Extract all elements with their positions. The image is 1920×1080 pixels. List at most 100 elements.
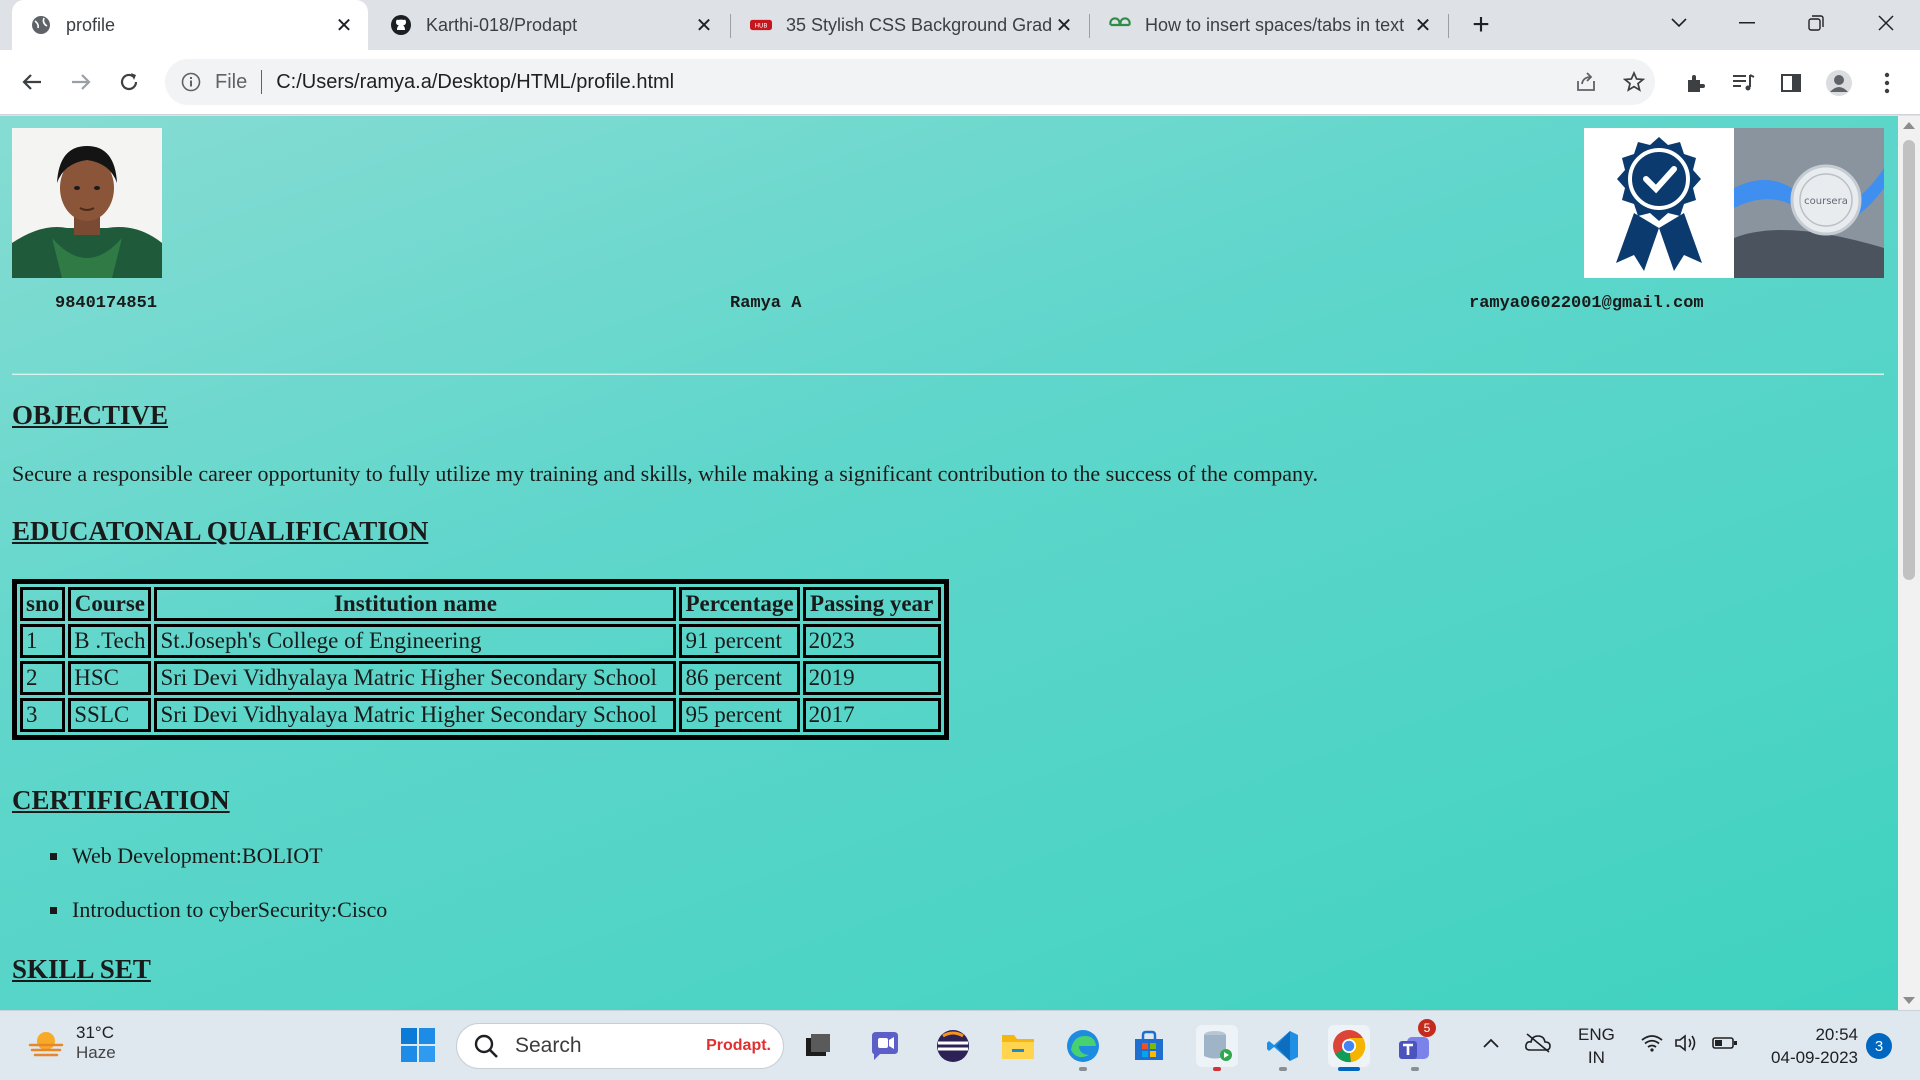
close-icon[interactable]: ✕	[692, 13, 716, 37]
column-header: Passing year	[802, 587, 941, 621]
tab-separator	[730, 14, 731, 38]
taskbar-app-eclipse[interactable]	[932, 1025, 974, 1067]
table-cell: 3	[20, 698, 66, 732]
github-icon	[390, 14, 412, 36]
side-panel-icon[interactable]	[1776, 68, 1806, 98]
task-view-icon	[806, 1034, 830, 1056]
column-header: sno	[20, 587, 66, 621]
tab-search-icon[interactable]	[1659, 8, 1699, 38]
list-item: Web Development:BOLIOT	[49, 841, 387, 895]
scroll-down-icon[interactable]	[1903, 997, 1915, 1004]
info-icon[interactable]	[179, 70, 203, 94]
taskbar-app-chrome[interactable]	[1328, 1025, 1370, 1071]
tab-css-gradients[interactable]: HUB 35 Stylish CSS Background Gradi ✕	[732, 0, 1088, 50]
search-label: Search	[515, 1034, 582, 1057]
scroll-up-icon[interactable]	[1903, 122, 1915, 129]
bookmark-star-icon[interactable]	[1620, 68, 1648, 96]
url-text[interactable]: C:/Users/ramya.a/Desktop/HTML/profile.ht…	[276, 71, 674, 94]
volume-icon[interactable]	[1674, 1033, 1700, 1058]
scrollbar-thumb[interactable]	[1903, 140, 1915, 580]
wifi-icon[interactable]	[1640, 1033, 1664, 1058]
table-cell: Sri Devi Vidhyalaya Matric Higher Second…	[154, 661, 677, 695]
certification-list: Web Development:BOLIOT Introduction to c…	[49, 841, 387, 949]
system-clock[interactable]: 20:54 04-09-2023	[1758, 1023, 1858, 1069]
hub-icon: HUB	[750, 14, 772, 36]
address-bar[interactable]: File C:/Users/ramya.a/Desktop/HTML/profi…	[165, 59, 1655, 105]
tab-separator	[1089, 14, 1090, 38]
menu-icon[interactable]	[1872, 68, 1902, 98]
table-cell: 2	[20, 661, 66, 695]
taskbar-app-task-view[interactable]	[797, 1025, 839, 1067]
battery-icon[interactable]	[1712, 1033, 1738, 1058]
page-scrollbar[interactable]	[1898, 116, 1920, 1010]
taskbar-app-edge[interactable]	[1062, 1025, 1104, 1071]
reload-button[interactable]	[112, 65, 146, 99]
tab-github[interactable]: Karthi-018/Prodapt ✕	[372, 0, 728, 50]
profile-avatar-icon[interactable]	[1824, 68, 1854, 98]
close-icon[interactable]: ✕	[1411, 13, 1435, 37]
table-cell: 2023	[802, 624, 941, 658]
objective-text: Secure a responsible career opportunity …	[12, 461, 1319, 486]
taskbar-app-store[interactable]	[1128, 1025, 1170, 1067]
taskbar-search[interactable]: Search Prodapt.	[456, 1023, 784, 1069]
taskbar-app-teams[interactable]: 5	[1394, 1019, 1436, 1071]
tab-strip: profile ✕ Karthi-018/Prodapt ✕ HUB 35 St…	[0, 0, 1920, 50]
section-heading-objective: OBJECTIVE	[12, 400, 169, 430]
extensions-icon[interactable]	[1680, 68, 1710, 98]
taskbar-app-database-tool[interactable]	[1196, 1025, 1238, 1071]
windows-start-button[interactable]	[400, 1027, 436, 1063]
coursera-logo-text: coursera	[1804, 196, 1848, 207]
search-brand-text: Prodapt.	[706, 1037, 771, 1054]
show-hidden-icons-chevron-up-icon[interactable]	[1482, 1033, 1500, 1054]
table-cell: Sri Devi Vidhyalaya Matric Higher Second…	[154, 698, 677, 732]
table-row: 1 B .Tech St.Joseph's College of Enginee…	[20, 624, 941, 658]
vscode-icon	[1267, 1031, 1298, 1061]
certificate-badge-image	[1584, 128, 1734, 278]
new-tab-button[interactable]: +	[1466, 8, 1496, 41]
close-icon[interactable]: ✕	[332, 13, 356, 37]
forward-button[interactable]	[64, 65, 98, 99]
section-heading-certification: CERTIFICATION	[12, 785, 230, 815]
weather-condition: Haze	[76, 1043, 116, 1062]
share-icon[interactable]	[1572, 68, 1600, 96]
globe-icon	[30, 14, 52, 36]
region-code: IN	[1587, 1048, 1605, 1067]
language-code: ENG	[1578, 1025, 1615, 1044]
close-icon[interactable]: ✕	[1052, 13, 1076, 37]
weather-widget[interactable]: 31°C Haze	[28, 1023, 116, 1063]
back-button[interactable]	[15, 65, 49, 99]
table-cell: St.Joseph's College of Engineering	[154, 624, 677, 658]
tab-title: profile	[66, 14, 116, 35]
minimize-button[interactable]	[1727, 8, 1767, 38]
contact-email: ramya06022001@gmail.com	[1469, 294, 1704, 313]
running-indicator	[1279, 1067, 1287, 1071]
eclipse-icon	[937, 1030, 969, 1062]
url-scheme: File	[215, 70, 248, 93]
divider	[12, 373, 1884, 375]
tab-geeksforgeeks[interactable]: How to insert spaces/tabs in text ✕	[1091, 0, 1447, 50]
profile-photo	[12, 128, 162, 278]
onedrive-offline-icon[interactable]	[1524, 1033, 1552, 1058]
haze-icon	[28, 1032, 64, 1057]
coursera-badge-image: coursera	[1734, 128, 1884, 278]
tab-profile[interactable]: profile ✕	[12, 0, 368, 50]
folder-icon	[1002, 1035, 1034, 1059]
teams-notification-badge: 5	[1418, 1019, 1436, 1037]
media-controls-icon[interactable]	[1728, 68, 1758, 98]
tab-title: How to insert spaces/tabs in text	[1145, 14, 1405, 35]
table-header-row: sno Course Institution name Percentage P…	[20, 587, 941, 621]
notification-center-badge[interactable]: 3	[1866, 1033, 1892, 1059]
taskbar-app-chat[interactable]	[864, 1025, 906, 1067]
taskbar-app-file-explorer[interactable]	[997, 1025, 1039, 1067]
tab-title: 35 Stylish CSS Background Gradi	[786, 14, 1052, 35]
close-window-button[interactable]	[1866, 8, 1906, 38]
chrome-icon	[1333, 1030, 1366, 1063]
tab-title: Karthi-018/Prodapt	[426, 14, 578, 35]
table-cell: 1	[20, 624, 66, 658]
restore-button[interactable]	[1796, 8, 1836, 38]
language-indicator[interactable]: ENG IN	[1578, 1023, 1615, 1069]
taskbar-app-vscode[interactable]	[1262, 1025, 1304, 1071]
clock-time: 20:54	[1815, 1025, 1858, 1044]
table-cell: 95 percent	[679, 698, 800, 732]
weather-temperature: 31°C	[76, 1023, 114, 1042]
